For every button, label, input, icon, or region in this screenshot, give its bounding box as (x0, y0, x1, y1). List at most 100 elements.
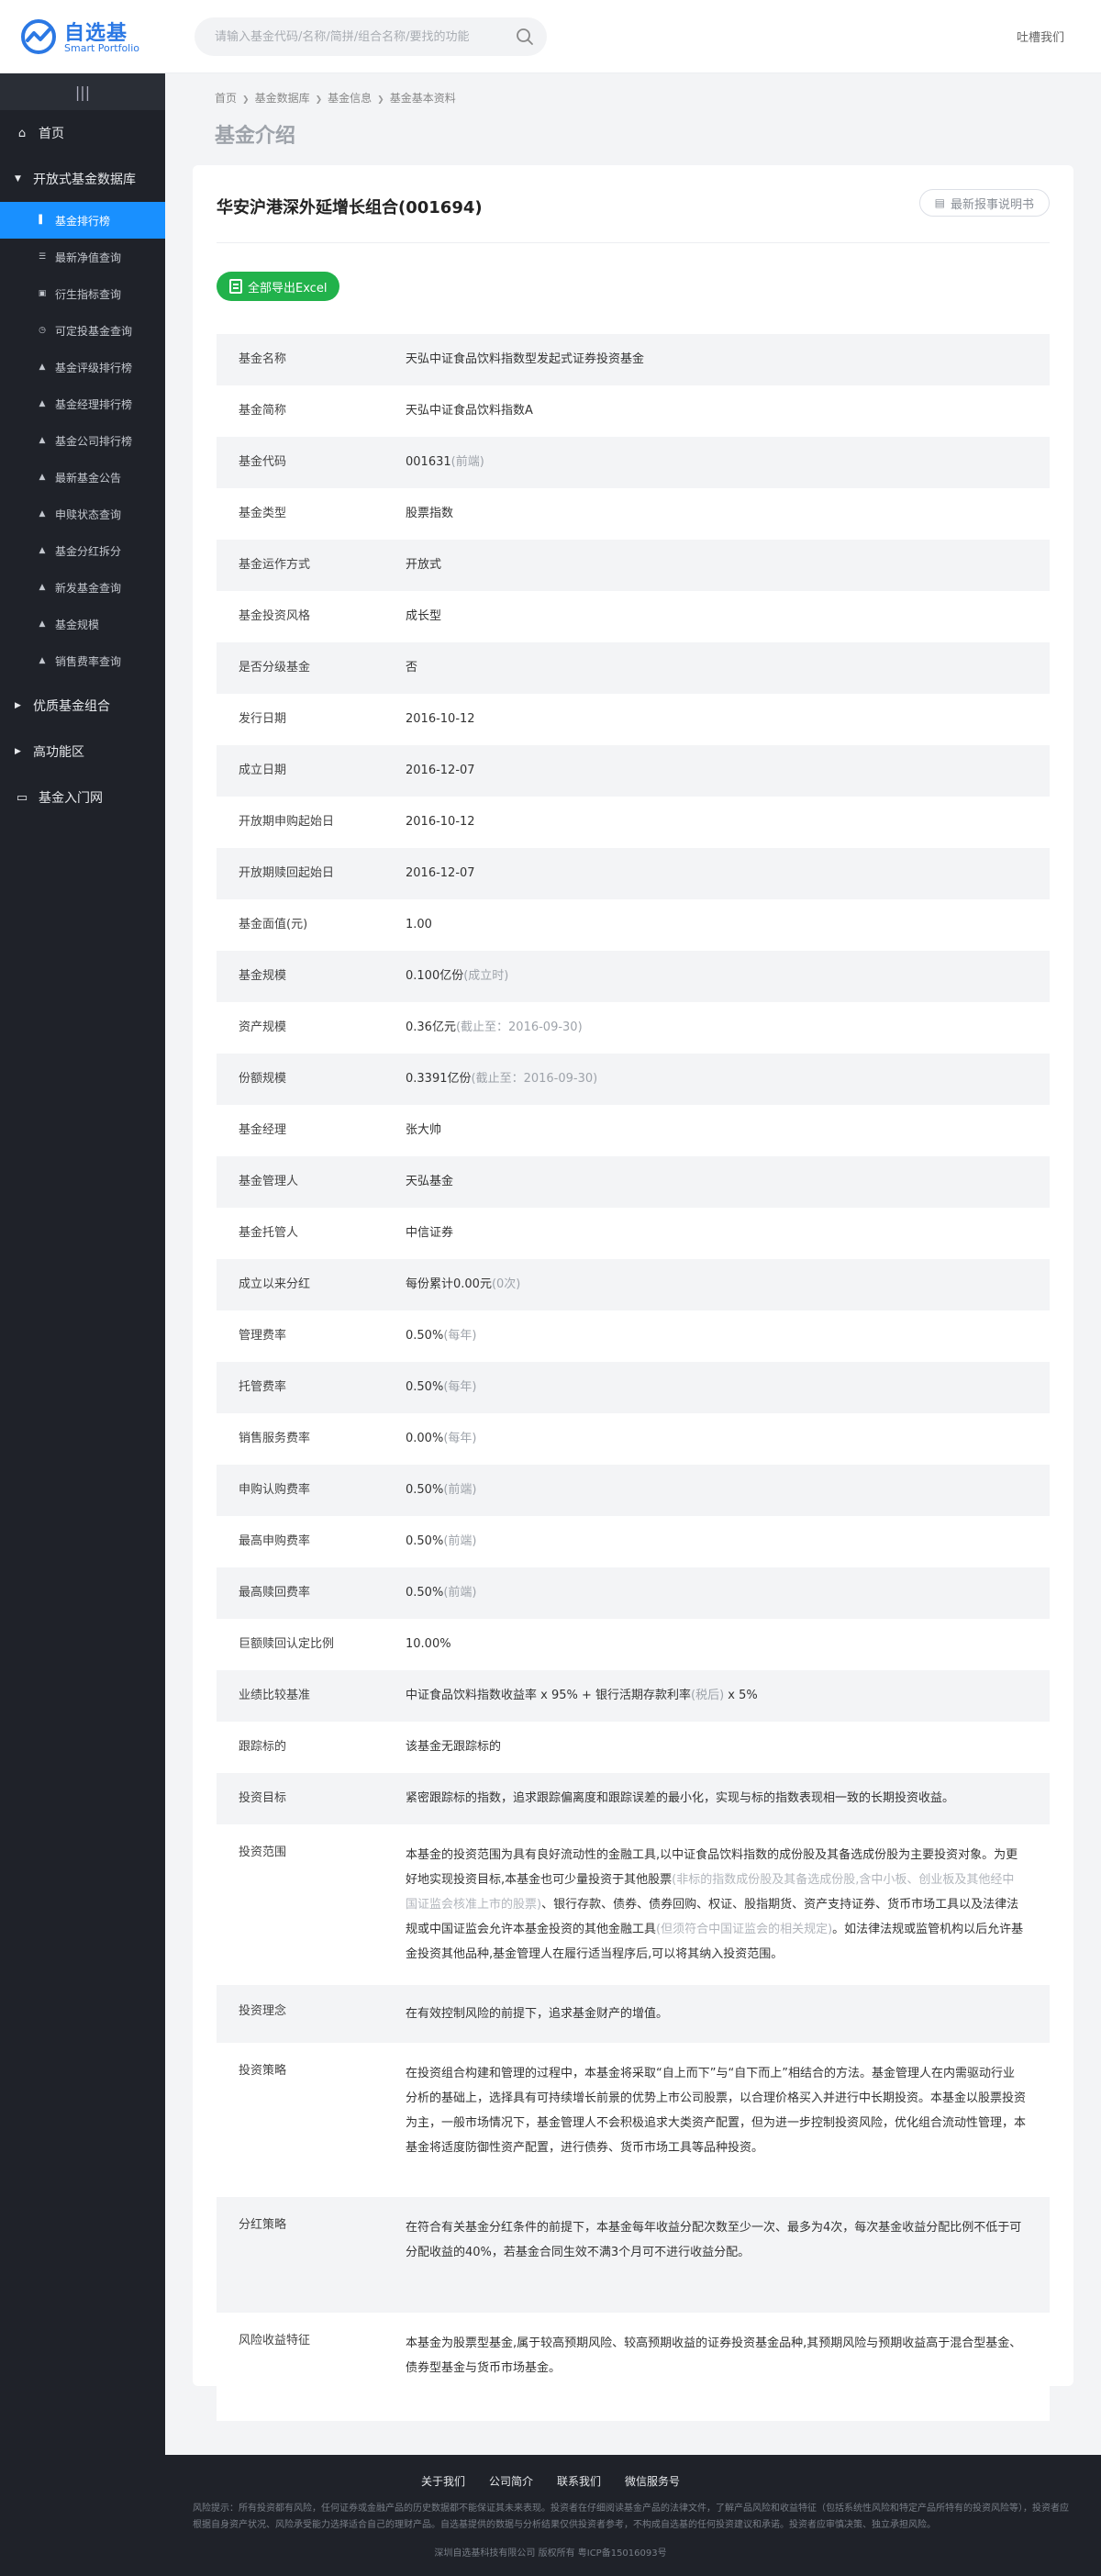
sidebar-group-label: 高功能区 (33, 745, 84, 760)
row-value: 0.50%(前端) (406, 1583, 1050, 1603)
sidebar-item-6[interactable]: ▲ 基金公司排行榜 (0, 422, 165, 459)
table-row: 销售服务费率 0.00%(每年) (217, 1413, 1050, 1465)
sidebar-item-10[interactable]: ▲ 新发基金查询 (0, 569, 165, 606)
row-label: 投资范围 (239, 1846, 287, 1859)
table-row: 资产规模 0.36亿元(截止至：2016-09-30) (217, 1002, 1050, 1054)
row-value: 天弘中证食品饮料指数A (406, 401, 1050, 421)
row-value: 天弘中证食品饮料指数型发起式证券投资基金 (406, 350, 1050, 370)
footer-link[interactable]: 微信服务号 (625, 2473, 680, 2489)
row-value: 0.50%(前端) (406, 1480, 1050, 1500)
table-row: 基金规模 0.100亿份(成立时) (217, 951, 1050, 1002)
prospectus-button[interactable]: ▤ 最新报事说明书 (918, 189, 1050, 217)
value-text: 紧密跟踪标的指数，追求跟踪偏离度和跟踪误差的最小化，实现与标的指数表现相一致的长… (406, 1791, 955, 1805)
sidebar-item-8[interactable]: ▲ 申赎状态查询 (0, 496, 165, 532)
row-value: 每份累计0.00元(0次) (406, 1275, 1050, 1295)
table-row: 巨额赎回认定比例 10.00% (217, 1619, 1050, 1670)
row-label: 分红策略 (239, 2218, 287, 2232)
sidebar-item-12[interactable]: ▲ 销售费率查询 (0, 642, 165, 679)
row-value: 0.00%(每年) (406, 1429, 1050, 1449)
sidebar-item-0[interactable]: ▌ 基金排行榜 (0, 202, 165, 239)
table-row: 投资策略 在投资组合构建和管理的过程中，本基金将采取“自上而下”与“自下而上”相结… (217, 2043, 1050, 2197)
table-row: 基金类型 股票指数 (217, 488, 1050, 540)
table-row: 基金运作方式 开放式 (217, 540, 1050, 591)
image-icon: ▣ (38, 289, 47, 298)
triangle-icon: ▲ (39, 473, 46, 482)
search-icon[interactable] (516, 28, 534, 46)
logo-subtitle: Smart Portfolio (64, 42, 140, 54)
row-value: 在有效控制风险的前提下，追求基金财产的增值。 (406, 2002, 1050, 2026)
table-row: 基金简称 天弘中证食品饮料指数A (217, 385, 1050, 437)
row-label: 风险收益特征 (239, 2334, 311, 2347)
table-row: 是否分级基金 否 (217, 642, 1050, 694)
row-label: 基金面值(元) (239, 918, 308, 931)
table-row: 开放期赎回起始日 2016-12-07 (217, 848, 1050, 899)
sidebar-item-5[interactable]: ▲ 基金经理排行榜 (0, 385, 165, 422)
export-excel-button[interactable]: 全部导出Excel (217, 272, 340, 301)
row-value: 天弘基金 (406, 1172, 1050, 1192)
value-text: 001631 (406, 455, 451, 469)
sidebar-item-1[interactable]: ☰ 最新净值查询 (0, 239, 165, 275)
value-text: 1.00 (406, 918, 432, 931)
triangle-icon: ▲ (39, 362, 46, 372)
value-text: 该基金无跟踪标的 (406, 1740, 502, 1754)
search-box (195, 17, 547, 56)
table-row: 发行日期 2016-10-12 (217, 694, 1050, 745)
value-text: 成长型 (406, 609, 442, 623)
sidebar-item-3[interactable]: ◷ 可定投基金查询 (0, 312, 165, 349)
row-label: 基金托管人 (239, 1226, 299, 1240)
triangle-icon: ▲ (39, 656, 46, 665)
breadcrumb: 首页 ❯ 基金数据库 ❯ 基金信息 ❯ 基金基本资料 (215, 90, 456, 106)
sidebar-group-portfolios[interactable]: ▶ 优质基金组合 (0, 683, 165, 729)
row-value: 2016-10-12 (406, 709, 1050, 730)
table-row: 最高申购费率 0.50%(前端) (217, 1516, 1050, 1567)
table-row: 最高赎回费率 0.50%(前端) (217, 1567, 1050, 1619)
breadcrumb-item: 基金基本资料 (389, 92, 456, 105)
feedback-link[interactable]: 吐槽我们 (1017, 28, 1064, 45)
search-input[interactable] (215, 17, 508, 56)
breadcrumb-item[interactable]: 首页 (215, 92, 237, 105)
value-text: 0.50% (406, 1534, 444, 1548)
menu-collapse-icon: ||| (74, 83, 91, 101)
page-title: 基金介绍 (215, 125, 296, 148)
sidebar-item-4[interactable]: ▲ 基金评级排行榜 (0, 349, 165, 385)
breadcrumb-item[interactable]: 基金信息 (328, 92, 372, 105)
row-label: 基金经理 (239, 1123, 287, 1137)
value-note: (每年) (443, 1329, 477, 1343)
sidebar-group-open-fund-db[interactable]: ▼ 开放式基金数据库 (0, 156, 165, 202)
sidebar-group-advanced[interactable]: ▶ 高功能区 (0, 729, 165, 775)
row-value: 2016-12-07 (406, 864, 1050, 884)
table-row: 基金代码 001631(前端) (217, 437, 1050, 488)
row-label: 业绩比较基准 (239, 1689, 311, 1702)
triangle-icon: ▲ (39, 436, 46, 445)
value-text: 本基金为股票型基金,属于较高预期风险、较高预期收益的证券投资基金品种,其预期风险… (406, 2336, 1022, 2375)
sidebar-item-home[interactable]: ⌂ 首页 (0, 110, 165, 156)
row-label: 销售服务费率 (239, 1432, 311, 1445)
footer-link[interactable]: 关于我们 (421, 2473, 465, 2489)
value-text: 10.00% (406, 1637, 451, 1651)
sidebar-item-2[interactable]: ▣ 衍生指标查询 (0, 275, 165, 312)
sidebar-group-label: 优质基金组合 (33, 699, 110, 714)
logo[interactable]: 自选基 Smart Portfolio (20, 15, 158, 59)
sidebar-item-11[interactable]: ▲ 基金规模 (0, 606, 165, 642)
triangle-icon: ▲ (39, 546, 46, 555)
sidebar-item-intro[interactable]: ▭ 基金入门网 (0, 775, 165, 820)
row-value: 开放式 (406, 555, 1050, 575)
table-row: 托管费率 0.50%(每年) (217, 1362, 1050, 1413)
chevron-right-icon: ❯ (377, 95, 384, 105)
triangle-icon: ▲ (39, 583, 46, 592)
sidebar-item-label: 销售费率查询 (55, 654, 122, 668)
footer-link[interactable]: 联系我们 (557, 2473, 601, 2489)
excel-icon (229, 279, 242, 294)
sidebar-item-9[interactable]: ▲ 基金分红拆分 (0, 532, 165, 569)
sidebar-collapse-button[interactable]: ||| (0, 73, 165, 110)
sidebar-item-label: 首页 (39, 127, 64, 141)
value-text: 股票指数 (406, 507, 454, 520)
breadcrumb-item[interactable]: 基金数据库 (255, 92, 310, 105)
row-label: 资产规模 (239, 1020, 287, 1034)
chevron-right-icon: ❯ (315, 95, 323, 105)
footer-link[interactable]: 公司简介 (489, 2473, 533, 2489)
sidebar-item-7[interactable]: ▲ 最新基金公告 (0, 459, 165, 496)
value-text: 在有效控制风险的前提下，追求基金财产的增值。 (406, 2007, 669, 2021)
caret-right-icon: ▶ (15, 701, 21, 710)
table-row: 成立日期 2016-12-07 (217, 745, 1050, 797)
